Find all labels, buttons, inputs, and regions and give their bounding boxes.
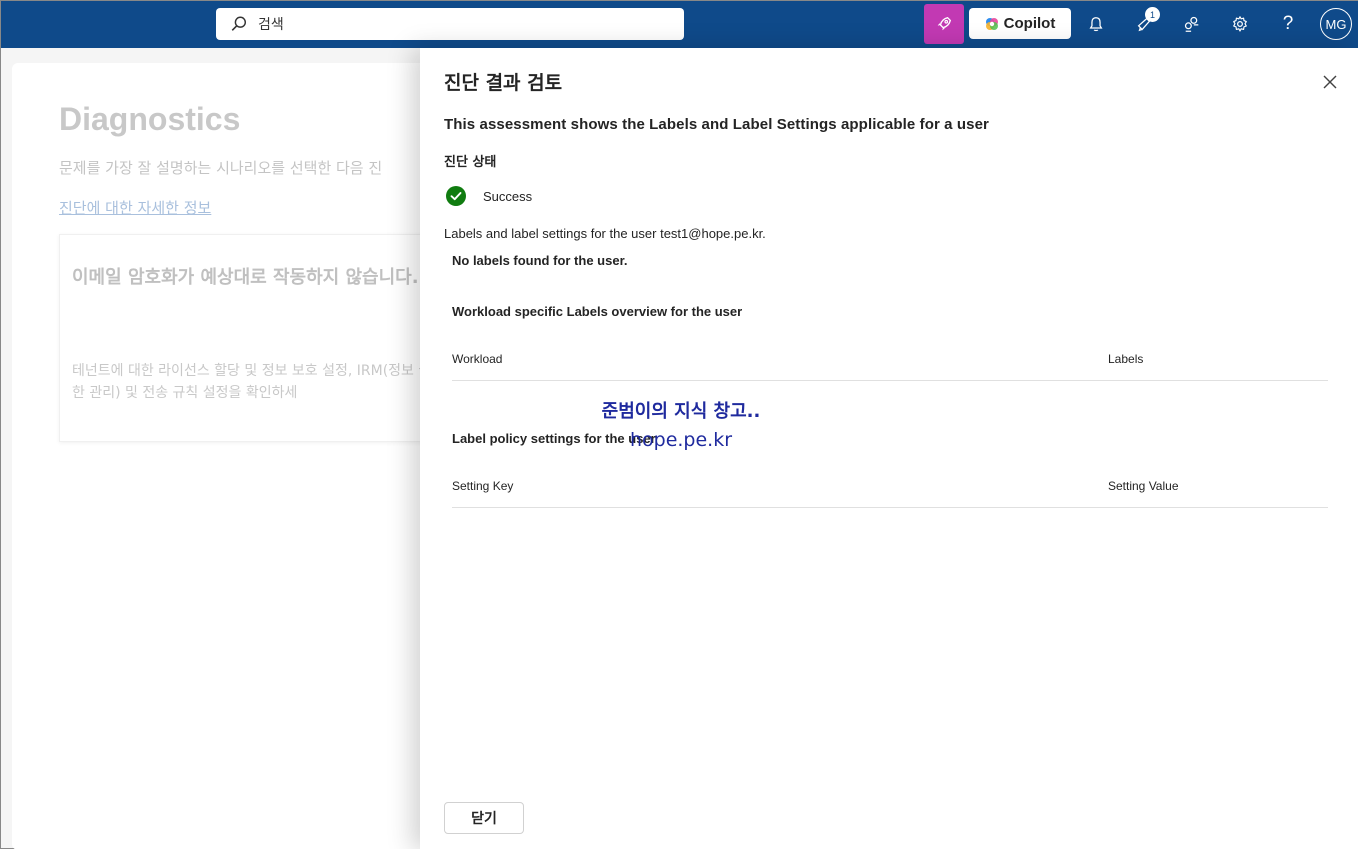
column-header-setting-key: Setting Key	[452, 479, 514, 493]
success-check-icon	[446, 186, 466, 206]
copilot-button[interactable]: Copilot	[969, 8, 1071, 39]
bell-icon	[1089, 17, 1103, 32]
scenario-card-title: 이메일 암호화가 예상대로 작동하지 않습니다.	[72, 267, 419, 288]
copilot-icon	[985, 17, 998, 30]
search-icon	[231, 16, 247, 31]
whats-new-button[interactable]: 1	[1129, 7, 1160, 39]
notification-badge: 1	[1145, 7, 1160, 22]
diagnostics-info-link[interactable]: 진단에 대한 자세한 정보	[59, 197, 211, 218]
watermark-line2: hope.pe.kr	[629, 429, 733, 451]
search-box[interactable]: 검색	[216, 8, 684, 40]
watermark: 준범이의 지식 창고.. hope.pe.kr	[596, 397, 766, 455]
panel-title: 진단 결과 검토	[444, 72, 563, 94]
scenario-card-description: 테넌트에 대한 라이선스 할당 및 정보 보호 설정, IRM(정보 권한 관리…	[72, 363, 432, 401]
copilot-app-button[interactable]	[924, 4, 964, 44]
help-icon: ?	[1282, 13, 1294, 34]
column-header-workload: Workload	[452, 352, 503, 366]
avatar[interactable]: MG	[1320, 8, 1352, 40]
connections-icon	[1184, 16, 1199, 32]
panel-subtitle: This assessment shows the Labels and Lab…	[444, 116, 989, 133]
gear-icon	[1233, 16, 1247, 32]
column-header-setting-value: Setting Value	[1108, 479, 1179, 493]
settings-button[interactable]	[1225, 9, 1255, 39]
background-page	[12, 63, 432, 849]
rocket-icon	[937, 16, 952, 31]
table-divider	[452, 507, 1328, 508]
scenario-card[interactable]: 이메일 암호화가 예상대로 작동하지 않습니다. 테넌트에 대한 라이선스 할당…	[59, 234, 439, 442]
top-bar: 검색 Copilot 1 ? MG	[1, 1, 1358, 48]
page-title: Diagnostics	[59, 101, 241, 137]
close-button[interactable]: 닫기	[444, 802, 524, 834]
close-icon[interactable]	[1320, 72, 1340, 92]
connections-button[interactable]	[1177, 9, 1207, 39]
help-button[interactable]: ?	[1273, 9, 1303, 39]
table-divider	[452, 380, 1328, 381]
notifications-button[interactable]	[1081, 9, 1111, 39]
status-value: Success	[483, 189, 533, 204]
copilot-label: Copilot	[1003, 15, 1056, 32]
page-description: 문제를 가장 잘 설명하는 시나리오를 선택한 다음 진	[59, 159, 383, 177]
no-labels-message: No labels found for the user.	[452, 253, 628, 268]
column-header-labels: Labels	[1108, 352, 1144, 366]
search-input[interactable]: 검색	[258, 14, 284, 34]
labels-info-text: Labels and label settings for the user t…	[444, 226, 766, 241]
workload-section-title: Workload specific Labels overview for th…	[452, 304, 743, 319]
watermark-line1: 준범이의 지식 창고..	[601, 401, 761, 422]
status-label: 진단 상태	[444, 155, 497, 170]
diagnostic-results-panel: 진단 결과 검토 This assessment shows the Label…	[420, 48, 1358, 849]
